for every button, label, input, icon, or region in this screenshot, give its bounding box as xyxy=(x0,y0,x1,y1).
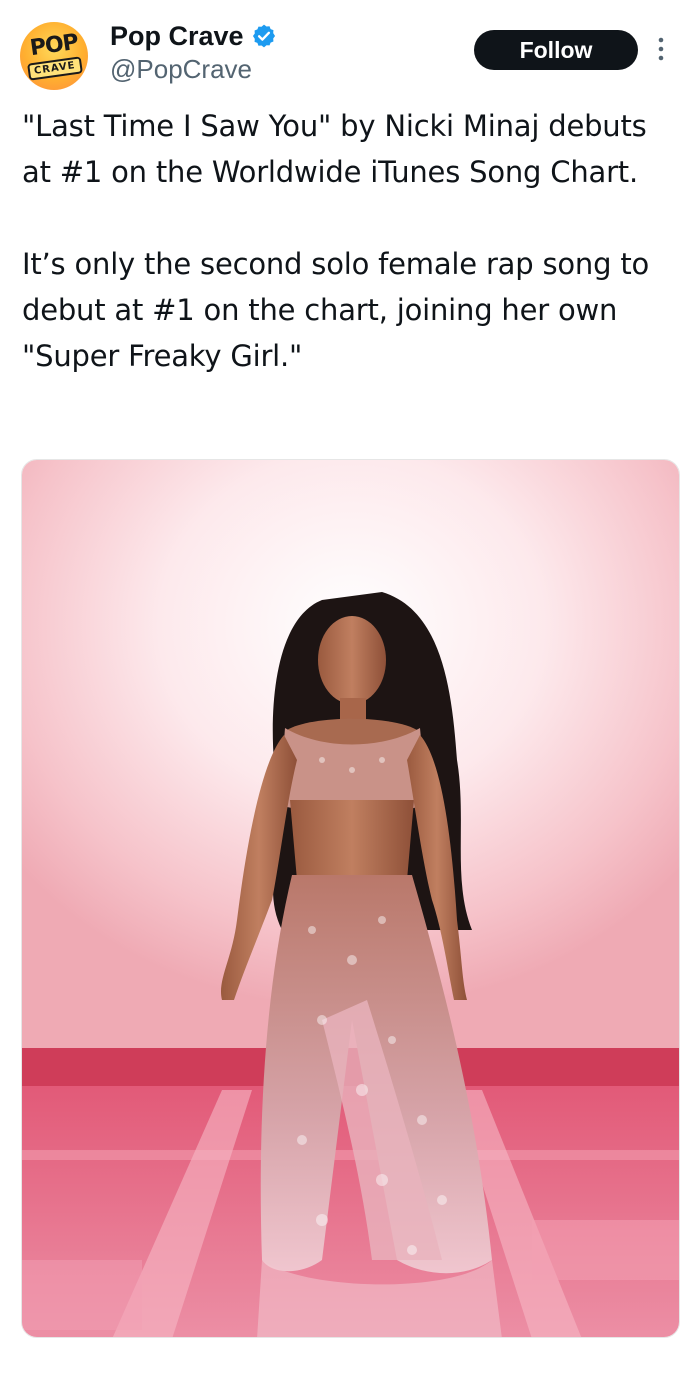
tweet-paragraph: "Last Time I Saw You" by Nicki Minaj deb… xyxy=(22,109,647,189)
tweet-text: "Last Time I Saw You" by Nicki Minaj deb… xyxy=(22,103,682,379)
tweet-header: POP CRAVE Pop Crave @PopCrave Follow xyxy=(0,0,700,100)
display-name[interactable]: Pop Crave xyxy=(110,21,244,52)
tweet-photo[interactable] xyxy=(21,459,680,1338)
account-handle[interactable]: @PopCrave xyxy=(110,54,252,85)
avatar[interactable]: POP CRAVE xyxy=(20,22,88,90)
follow-button[interactable]: Follow xyxy=(474,30,638,70)
photo-illustration xyxy=(22,460,679,1337)
name-row: Pop Crave xyxy=(110,16,277,56)
more-vertical-icon[interactable] xyxy=(654,34,668,66)
tweet-paragraph: It’s only the second solo female rap son… xyxy=(22,247,650,373)
verified-badge-icon xyxy=(251,23,277,49)
